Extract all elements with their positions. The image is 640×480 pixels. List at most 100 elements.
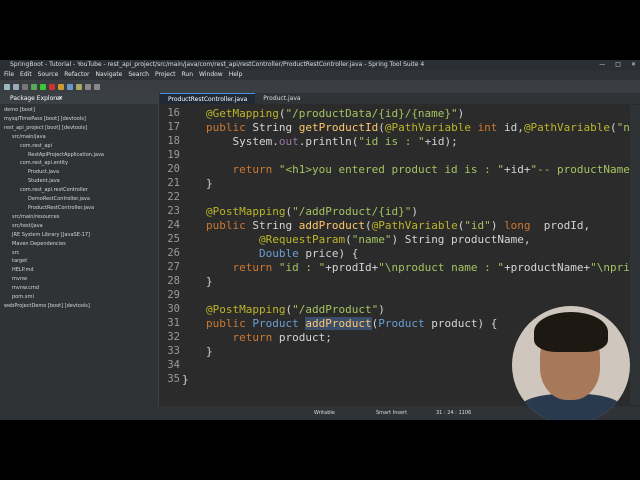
print-icon[interactable] — [22, 83, 28, 90]
editor-tab-bar: ProductRestController.java Product.java — [160, 93, 640, 104]
code-line: @RequestParam("name") String productName… — [258, 233, 531, 246]
line-number: 17 — [167, 121, 180, 133]
line-number: 24 — [167, 219, 180, 231]
menu-help[interactable]: Help — [229, 70, 243, 80]
tree-item[interactable]: ProductRestController.java — [0, 204, 158, 213]
code-line: public String getProductId(@PathVariable… — [206, 121, 640, 134]
letterbox-top — [0, 0, 640, 60]
code-line: @PostMapping("/addProduct/{id}") — [206, 205, 418, 218]
editor-scrollbar[interactable] — [630, 105, 640, 405]
tab-product-rest-controller[interactable]: ProductRestController.java — [160, 93, 256, 104]
menu-bar: File Edit Source Refactor Navigate Searc… — [0, 70, 640, 80]
webcam-overlay — [512, 306, 630, 420]
line-number: 29 — [167, 289, 180, 301]
package-explorer-label: Package Explorer — [10, 95, 62, 102]
line-number: 18 — [167, 135, 180, 147]
line-number: 21 — [167, 177, 180, 189]
line-number: 16 — [167, 107, 180, 119]
menu-navigate[interactable]: Navigate — [95, 70, 122, 80]
tree-item[interactable]: Student.java — [0, 177, 158, 186]
code-line: } — [206, 177, 213, 190]
forward-icon[interactable] — [94, 83, 100, 90]
project-tree: demo [boot] mysqlTimePass [boot] [devtoo… — [0, 104, 158, 311]
tree-item[interactable]: target — [0, 257, 158, 266]
code-line: @PostMapping("/addProduct") — [206, 303, 385, 316]
line-number: 26 — [167, 247, 180, 259]
line-number: 20 — [167, 163, 180, 175]
line-number: 19 — [167, 149, 180, 161]
tree-item[interactable]: DemoRestController.java — [0, 195, 158, 204]
tree-item[interactable]: src — [0, 249, 158, 258]
tree-item[interactable]: HELP.md — [0, 266, 158, 275]
new-icon[interactable] — [4, 83, 10, 90]
line-number-gutter: 16 17 18 19 20 21 22 23 24 25 26 27 28 2… — [160, 105, 180, 418]
tree-item[interactable]: mvnw.cmd — [0, 284, 158, 293]
line-number: 33 — [167, 345, 180, 357]
tree-item[interactable]: mvnw — [0, 275, 158, 284]
build-icon[interactable] — [58, 83, 64, 90]
tree-item[interactable]: src/main/java — [0, 133, 158, 142]
code-line: return "<h1>you entered product id is : … — [232, 163, 640, 176]
tree-item[interactable]: src/test/java — [0, 222, 158, 231]
tree-item[interactable]: Product.java — [0, 168, 158, 177]
menu-file[interactable]: File — [4, 70, 14, 80]
line-number: 35 — [167, 373, 180, 385]
stop-icon[interactable] — [49, 83, 55, 90]
code-line: } — [206, 275, 213, 288]
title-bar: SpringBoot - Tutorial - YouTube - rest_a… — [0, 60, 640, 70]
status-insert-mode: Smart Insert — [376, 410, 408, 416]
close-icon[interactable]: ✕ — [58, 93, 63, 104]
line-number: 22 — [167, 191, 180, 203]
letterbox-bottom — [0, 420, 640, 480]
toolbar — [0, 80, 640, 93]
line-number: 30 — [167, 303, 180, 315]
line-number: 32 — [167, 331, 180, 343]
presenter-hair — [534, 312, 608, 352]
tree-item[interactable]: com.rest_api.restController — [0, 186, 158, 195]
tab-package-explorer[interactable]: Package Explorer ✕ — [0, 93, 158, 104]
tree-item[interactable]: demo [boot] — [0, 106, 158, 115]
code-line: } — [182, 373, 189, 386]
line-number: 23 — [167, 205, 180, 217]
ide-window: SpringBoot - Tutorial - YouTube - rest_a… — [0, 60, 640, 420]
tree-item[interactable]: rest_api_project [boot] [devtools] — [0, 124, 158, 133]
code-line: public Product addProduct(Product produc… — [206, 317, 498, 330]
status-writable: Writable — [314, 410, 335, 416]
tree-item[interactable]: RestApiProjectApplication.java — [0, 151, 158, 160]
line-number: 34 — [167, 359, 180, 371]
line-number: 25 — [167, 233, 180, 245]
line-number: 27 — [167, 261, 180, 273]
tree-item[interactable]: mysqlTimePass [boot] [devtools] — [0, 115, 158, 124]
menu-refactor[interactable]: Refactor — [64, 70, 89, 80]
search-icon[interactable] — [67, 83, 73, 90]
minimize-icon[interactable]: — — [599, 60, 605, 70]
maximize-icon[interactable]: □ — [615, 60, 621, 70]
menu-source[interactable]: Source — [38, 70, 59, 80]
tree-item[interactable]: com.rest_api.entity — [0, 159, 158, 168]
menu-project[interactable]: Project — [155, 70, 176, 80]
window-title: SpringBoot - Tutorial - YouTube - rest_a… — [10, 61, 425, 68]
tree-item[interactable]: pom.xml — [0, 293, 158, 302]
save-icon[interactable] — [13, 83, 19, 90]
menu-edit[interactable]: Edit — [20, 70, 32, 80]
close-icon[interactable]: ✕ — [631, 60, 636, 70]
tab-product-java[interactable]: Product.java — [255, 93, 308, 104]
code-line: return "id : "+prodId+"\nproduct name : … — [232, 261, 640, 274]
tree-item[interactable]: src/main/resources — [0, 213, 158, 222]
back-icon[interactable] — [85, 83, 91, 90]
menu-search[interactable]: Search — [128, 70, 149, 80]
tree-item[interactable]: Maven Dependencies — [0, 240, 158, 249]
tree-item[interactable]: webProjectDemo [boot] [devtools] — [0, 302, 158, 311]
code-line: System.out.println("id is : "+id); — [206, 135, 458, 148]
code-line: Double price) { — [258, 247, 359, 260]
tree-item[interactable]: JRE System Library [JavaSE-17] — [0, 231, 158, 240]
line-number: 31 — [167, 317, 180, 329]
menu-run[interactable]: Run — [182, 70, 194, 80]
line-number: 28 — [167, 275, 180, 287]
open-type-icon[interactable] — [76, 83, 82, 90]
menu-window[interactable]: Window — [199, 70, 223, 80]
code-line: return product; — [232, 331, 332, 344]
tree-item[interactable]: com.rest_api — [0, 142, 158, 151]
run-icon[interactable] — [40, 83, 46, 90]
debug-icon[interactable] — [31, 83, 37, 90]
